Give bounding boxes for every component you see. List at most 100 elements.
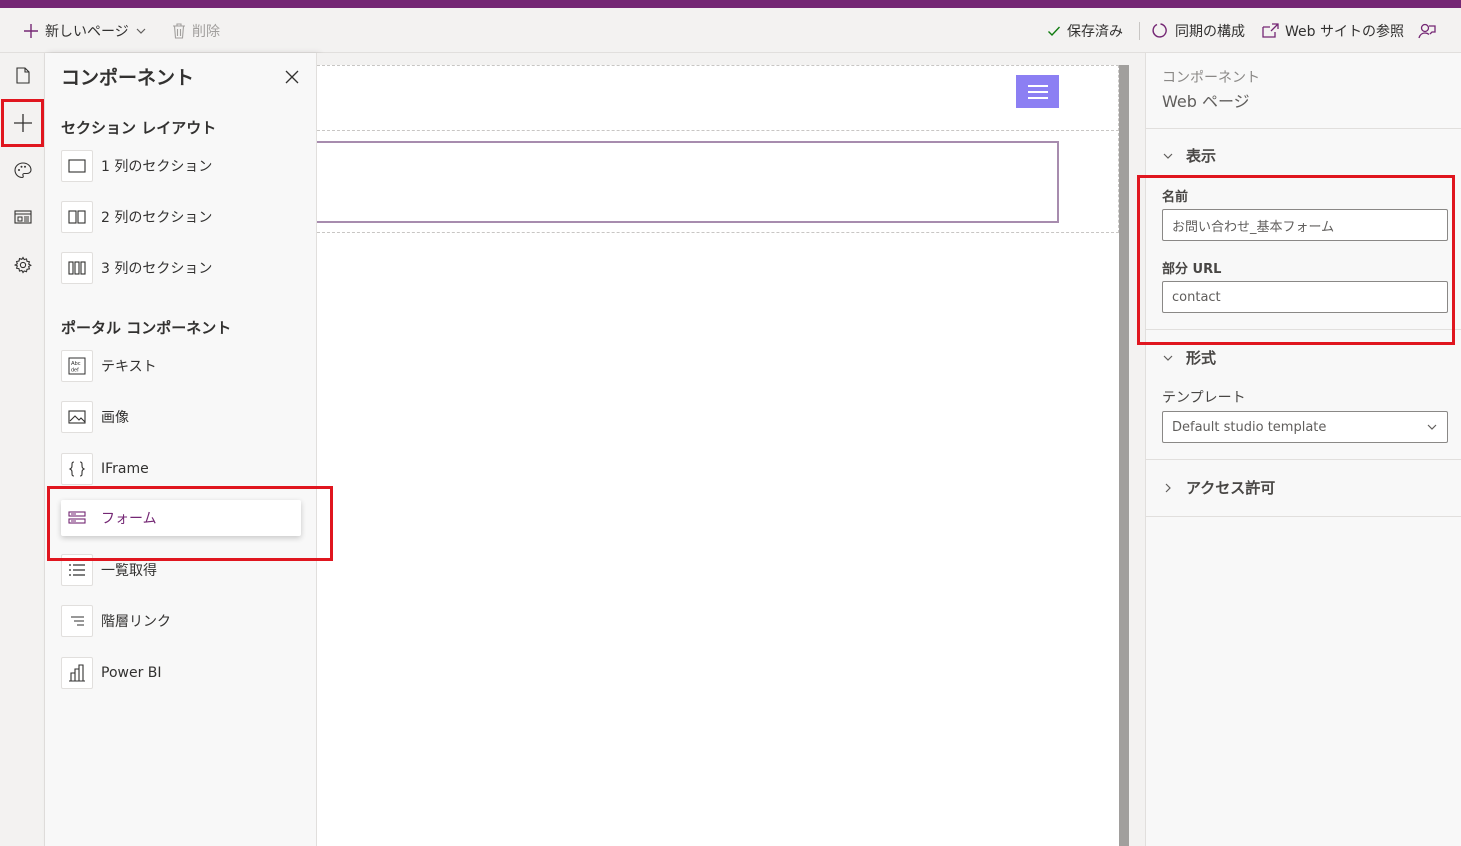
template-icon (13, 210, 32, 224)
app-top-band (0, 0, 1461, 8)
component-list[interactable]: 一覧取得 (61, 552, 301, 588)
checkmark-icon (1048, 26, 1061, 36)
layout-label: 1 列のセクション (101, 159, 213, 175)
close-panel-button[interactable] (283, 68, 301, 86)
form-icon (61, 502, 93, 534)
settings-nav-button[interactable] (0, 243, 45, 287)
chevron-right-icon (1165, 483, 1171, 492)
image-icon (61, 401, 93, 433)
layout-one-column[interactable]: 1 列のセクション (61, 148, 301, 184)
trash-icon (173, 22, 185, 39)
component-label: フォーム (101, 511, 157, 527)
two-column-icon (61, 201, 93, 233)
divider (1146, 516, 1461, 517)
delete-button[interactable]: 削除 (172, 8, 220, 53)
component-label: IFrame (101, 461, 149, 477)
feedback-icon (1418, 23, 1436, 38)
name-label: 名前 (1162, 190, 1189, 205)
three-column-icon (61, 252, 93, 284)
one-column-icon (61, 150, 93, 182)
feedback-button[interactable] (1418, 8, 1436, 53)
name-input[interactable]: お問い合わせ_基本フォーム (1162, 209, 1448, 241)
component-text[interactable]: Abc def テキスト (61, 348, 301, 384)
layout-label: 2 列のセクション (101, 210, 213, 226)
partial-url-label: 部分 URL (1162, 262, 1222, 277)
divider (1146, 459, 1461, 460)
chevron-down-icon (1163, 355, 1173, 361)
hamburger-icon (1027, 84, 1048, 87)
page-header-region[interactable] (317, 65, 1119, 131)
plus-icon (24, 23, 38, 38)
panel-title: コンポーネント (61, 67, 195, 89)
new-page-button[interactable]: 新しいページ (23, 8, 147, 53)
gear-icon (13, 256, 32, 274)
svg-text:Abc: Abc (71, 361, 81, 367)
component-image[interactable]: 画像 (61, 399, 301, 435)
components-panel: コンポーネント セクション レイアウト 1 列のセクション 2 列のセクション … (45, 53, 317, 846)
component-breadcrumb[interactable]: 階層リンク (61, 603, 301, 639)
chevron-down-icon (136, 28, 146, 34)
format-section-toggle[interactable]: 形式 (1162, 347, 1216, 368)
component-label: 階層リンク (101, 614, 171, 630)
access-section-toggle[interactable]: アクセス許可 (1162, 477, 1275, 498)
text-icon: Abc def (61, 350, 93, 382)
component-power-bi[interactable]: Power BI (61, 655, 301, 691)
component-form[interactable]: フォーム (61, 500, 301, 536)
braces-icon (61, 453, 93, 485)
breadcrumb-icon (61, 605, 93, 637)
component-label: 画像 (101, 410, 129, 426)
properties-breadcrumb: コンポーネント (1162, 70, 1260, 86)
open-external-icon (1262, 23, 1279, 38)
layout-three-column[interactable]: 3 列のセクション (61, 250, 301, 286)
chart-icon (61, 657, 93, 689)
browse-website-button[interactable]: Web サイトの参照 (1262, 8, 1404, 53)
saved-label: 保存済み (1067, 23, 1123, 40)
chevron-down-icon (1427, 424, 1437, 430)
command-bar: 新しいページ 削除 保存済み 同期の構成 Web サイトの参照 (0, 8, 1461, 53)
components-nav-button[interactable] (0, 101, 45, 145)
chevron-down-icon (1163, 153, 1173, 159)
sync-icon (1152, 23, 1167, 38)
template-selected-value: Default studio template (1172, 419, 1327, 435)
sync-configuration-button[interactable]: 同期の構成 (1152, 8, 1245, 53)
template-dropdown[interactable]: Default studio template (1162, 411, 1448, 443)
divider (1146, 329, 1461, 330)
browse-label: Web サイトの参照 (1285, 23, 1404, 40)
component-label: テキスト (101, 359, 157, 375)
page-canvas (317, 53, 1145, 846)
themes-nav-button[interactable] (0, 148, 45, 192)
section-column-selected[interactable] (317, 141, 1059, 223)
access-section-label: アクセス許可 (1186, 479, 1276, 497)
left-nav-rail (0, 53, 45, 846)
template-label: テンプレート (1162, 390, 1246, 406)
page-section[interactable] (317, 133, 1119, 233)
portal-components-heading: ポータル コンポーネント (61, 319, 232, 337)
properties-title: Web ページ (1162, 92, 1250, 111)
sync-label: 同期の構成 (1175, 23, 1245, 40)
palette-icon (13, 161, 32, 178)
divider (1146, 128, 1461, 129)
component-label: 一覧取得 (101, 563, 157, 579)
partial-url-input[interactable]: contact (1162, 281, 1448, 313)
section-layout-heading: セクション レイアウト (61, 119, 217, 137)
component-label: Power BI (101, 665, 162, 681)
toolbar-separator (1139, 22, 1140, 40)
page-preview (317, 65, 1119, 846)
svg-text:def: def (71, 368, 79, 374)
saved-status: 保存済み (1047, 8, 1123, 53)
properties-pane: コンポーネント Web ページ 表示 名前 お問い合わせ_基本フォーム 部分 U… (1145, 53, 1461, 846)
plus-icon (13, 114, 32, 132)
close-icon (285, 70, 299, 84)
canvas-scrollbar[interactable] (1119, 65, 1129, 846)
pages-nav-button[interactable] (0, 53, 45, 97)
layout-two-column[interactable]: 2 列のセクション (61, 199, 301, 235)
component-iframe[interactable]: IFrame (61, 451, 301, 487)
display-section-label: 表示 (1186, 147, 1217, 165)
layout-label: 3 列のセクション (101, 261, 213, 277)
format-section-label: 形式 (1186, 349, 1217, 367)
display-section-toggle[interactable]: 表示 (1162, 145, 1216, 166)
templates-nav-button[interactable] (0, 195, 45, 239)
hamburger-menu-button[interactable] (1016, 75, 1059, 108)
list-icon (61, 554, 93, 586)
delete-label: 削除 (192, 23, 220, 40)
